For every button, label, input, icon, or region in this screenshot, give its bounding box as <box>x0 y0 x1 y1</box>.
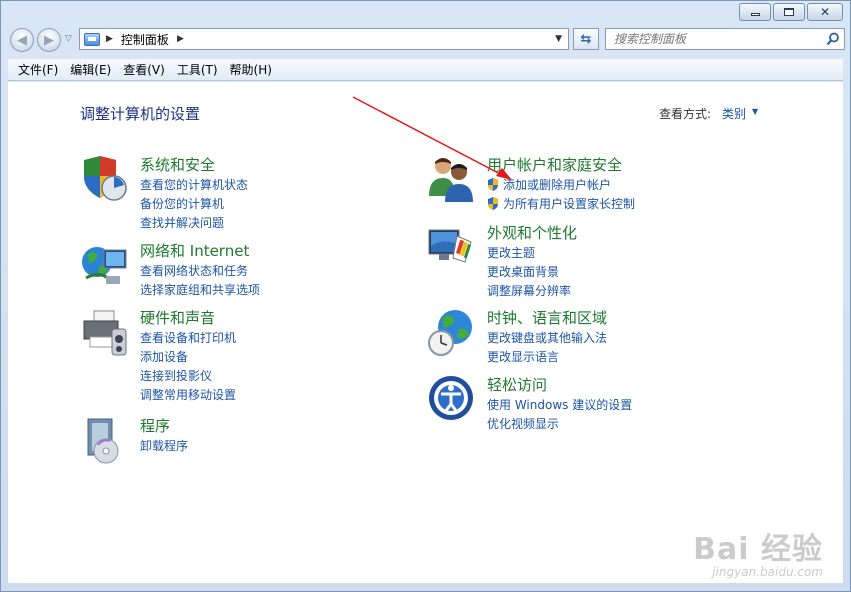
category-links: 查看设备和打印机 添加设备 连接到投影仪 调整常用移动设置 <box>140 329 236 405</box>
breadcrumb-control-panel[interactable]: 控制面板 <box>121 31 169 48</box>
uac-shield-icon <box>488 178 498 191</box>
close-button[interactable]: ✕ <box>807 3 843 21</box>
baidu-watermark: Bai 经验 jingyan.baidu.com <box>693 524 823 579</box>
address-bar[interactable]: ▶ 控制面板 ▶ ▼ <box>79 28 569 50</box>
category-links: 使用 Windows 建议的设置 优化视频显示 <box>487 396 632 434</box>
printer-speaker-icon <box>83 310 127 356</box>
link-change-display-language[interactable]: 更改显示语言 <box>487 348 607 367</box>
link-view-computer-status[interactable]: 查看您的计算机状态 <box>140 176 248 195</box>
search-input[interactable] <box>614 32 814 46</box>
users-icon <box>429 158 473 202</box>
forward-arrow-icon: ▶ <box>44 32 54 48</box>
category-links: 添加或删除用户帐户 为所有用户设置家长控制 <box>487 176 635 214</box>
link-connect-projector[interactable]: 连接到投影仪 <box>140 367 236 386</box>
category-links: 更改主题 更改桌面背景 调整屏幕分辨率 <box>487 244 571 301</box>
watermark-brand: Bai 经验 <box>693 532 823 567</box>
maximize-icon <box>784 8 794 16</box>
category-title[interactable]: 系统和安全 <box>140 154 215 175</box>
link-optimize-visual-display[interactable]: 优化视频显示 <box>487 415 632 434</box>
shield-monitor-icon <box>84 156 127 201</box>
page-title: 调整计算机的设置 <box>80 105 201 123</box>
control-panel-icon <box>84 32 100 46</box>
link-change-theme[interactable]: 更改主题 <box>487 244 571 263</box>
ease-of-access-icon <box>429 376 473 420</box>
menu-view[interactable]: 查看(V) <box>117 61 171 78</box>
back-arrow-icon: ◀ <box>17 32 27 48</box>
link-add-device[interactable]: 添加设备 <box>140 348 236 367</box>
category-links: 更改键盘或其他输入法 更改显示语言 <box>487 329 607 367</box>
search-box[interactable] <box>605 28 845 50</box>
link-homegroup-sharing[interactable]: 选择家庭组和共享选项 <box>140 281 260 300</box>
link-find-fix-problems[interactable]: 查找并解决问题 <box>140 214 248 233</box>
menu-file[interactable]: 文件(F) <box>12 61 64 78</box>
recent-pages-dropdown[interactable]: ▽ <box>65 34 72 44</box>
link-uninstall-program[interactable]: 卸载程序 <box>140 437 188 456</box>
link-change-background[interactable]: 更改桌面背景 <box>487 263 571 282</box>
link-change-input-methods[interactable]: 更改键盘或其他输入法 <box>487 329 607 348</box>
link-mobility-settings[interactable]: 调整常用移动设置 <box>140 386 236 405</box>
maximize-button[interactable] <box>773 3 805 21</box>
category-links: 查看您的计算机状态 备份您的计算机 查找并解决问题 <box>140 176 248 233</box>
content-pane: 调整计算机的设置 查看方式: 类别 ▼ 系统和安全 查看您的计算机状态 备份您的… <box>8 82 843 583</box>
search-icon[interactable] <box>826 32 840 46</box>
category-title[interactable]: 用户帐户和家庭安全 <box>487 154 622 175</box>
category-title[interactable]: 时钟、语言和区域 <box>487 307 607 328</box>
forward-button[interactable]: ▶ <box>37 28 61 52</box>
link-backup-computer[interactable]: 备份您的计算机 <box>140 195 248 214</box>
watermark-url: jingyan.baidu.com <box>712 565 823 579</box>
category-title[interactable]: 程序 <box>140 415 170 436</box>
breadcrumb-separator-icon[interactable]: ▶ <box>106 34 113 44</box>
address-dropdown-icon[interactable]: ▼ <box>555 34 562 44</box>
link-add-remove-accounts[interactable]: 添加或删除用户帐户 <box>487 176 635 195</box>
menu-help[interactable]: 帮助(H) <box>224 61 278 78</box>
caption-buttons: ✕ <box>739 3 843 21</box>
refresh-icon: ⇆ <box>580 31 592 47</box>
menu-tools[interactable]: 工具(T) <box>171 61 224 78</box>
category-links: 查看网络状态和任务 选择家庭组和共享选项 <box>140 262 260 300</box>
globe-network-icon <box>82 247 127 284</box>
uac-shield-icon <box>488 197 498 210</box>
link-parental-controls[interactable]: 为所有用户设置家长控制 <box>487 195 635 214</box>
link-screen-resolution[interactable]: 调整屏幕分辨率 <box>487 282 571 301</box>
menu-edit[interactable]: 编辑(E) <box>64 61 117 78</box>
menu-bar: 文件(F) 编辑(E) 查看(V) 工具(T) 帮助(H) <box>8 59 843 81</box>
link-windows-recommended-settings[interactable]: 使用 Windows 建议的设置 <box>487 396 632 415</box>
category-title[interactable]: 网络和 Internet <box>140 240 249 261</box>
category-title[interactable]: 硬件和声音 <box>140 307 215 328</box>
minimize-button[interactable] <box>739 3 771 21</box>
navigation-bar: ◀ ▶ ▽ ▶ 控制面板 ▶ ▼ ⇆ <box>7 27 845 53</box>
category-links: 卸载程序 <box>140 437 188 456</box>
link-devices-printers[interactable]: 查看设备和打印机 <box>140 329 236 348</box>
monitor-palette-icon <box>428 229 472 263</box>
view-by-dropdown[interactable]: 类别 <box>722 105 746 122</box>
view-by-chevron-down-icon[interactable]: ▼ <box>752 107 758 116</box>
category-title[interactable]: 轻松访问 <box>487 374 547 395</box>
link-network-status[interactable]: 查看网络状态和任务 <box>140 262 260 281</box>
link-label: 添加或删除用户帐户 <box>503 178 612 192</box>
close-icon: ✕ <box>819 5 831 19</box>
programs-disc-icon <box>87 418 119 464</box>
view-by-label: 查看方式: <box>659 107 712 121</box>
refresh-button[interactable]: ⇆ <box>573 28 599 50</box>
link-label: 为所有用户设置家长控制 <box>503 197 636 211</box>
back-button[interactable]: ◀ <box>10 28 34 52</box>
category-title[interactable]: 外观和个性化 <box>487 222 577 243</box>
control-panel-window: ✕ ◀ ▶ ▽ ▶ 控制面板 ▶ ▼ ⇆ 文件(F) 编辑(E) 查看(V) 工… <box>0 0 851 592</box>
globe-clock-icon <box>428 310 472 356</box>
breadcrumb-separator-icon[interactable]: ▶ <box>177 34 184 44</box>
minimize-icon <box>750 12 760 16</box>
